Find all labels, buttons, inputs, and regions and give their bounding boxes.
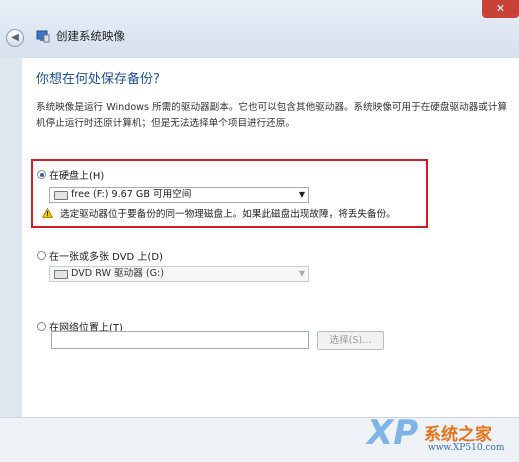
dvd-radio[interactable] — [37, 251, 46, 260]
hard-disk-dropdown[interactable]: free (F:) 9.67 GB 可用空间 ▼ — [49, 187, 309, 203]
window-title: 创建系统映像 — [56, 29, 125, 43]
warning-message: 选定驱动器位于要备份的同一物理磁盘上。如果此磁盘出现故障，将丢失备份。 — [60, 209, 396, 220]
back-arrow-icon: ◀ — [11, 32, 19, 43]
dvd-selected: DVD RW 驱动器 (G:) — [71, 268, 165, 279]
watermark-logo: XP — [367, 413, 419, 453]
network-path-input[interactable] — [51, 331, 309, 349]
system-image-icon — [36, 30, 50, 43]
watermark-url: www.XP510.com — [428, 443, 505, 453]
network-radio[interactable] — [37, 322, 46, 331]
wizard-content: 你想在何处保存备份? 系统映像是运行 Windows 所需的驱动器副本。它也可以… — [22, 58, 519, 417]
select-button[interactable]: 选择(S)... — [317, 331, 384, 350]
watermark-site-name: 系统之家 — [424, 425, 492, 445]
dvd-drive-icon — [54, 270, 68, 279]
hard-disk-selected: free (F:) 9.67 GB 可用空间 — [71, 189, 192, 200]
chevron-down-icon: ▼ — [298, 190, 305, 199]
dvd-label[interactable]: 在一张或多张 DVD 上(D) — [49, 248, 163, 263]
hard-disk-radio[interactable] — [37, 170, 46, 179]
hard-disk-label[interactable]: 在硬盘上(H) — [49, 167, 104, 182]
back-button[interactable]: ◀ — [6, 29, 24, 47]
dvd-dropdown[interactable]: DVD RW 驱动器 (G:) ▼ — [49, 266, 309, 282]
chevron-down-icon: ▼ — [298, 269, 305, 278]
close-button[interactable]: ✕ — [482, 0, 519, 18]
warning-icon — [42, 208, 53, 218]
page-title: 你想在何处保存备份? — [36, 72, 160, 87]
page-description: 系统映像是运行 Windows 所需的驱动器副本。它也可以包含其他驱动器。系统映… — [36, 102, 508, 129]
drive-icon — [54, 191, 68, 200]
close-icon: ✕ — [495, 2, 506, 15]
